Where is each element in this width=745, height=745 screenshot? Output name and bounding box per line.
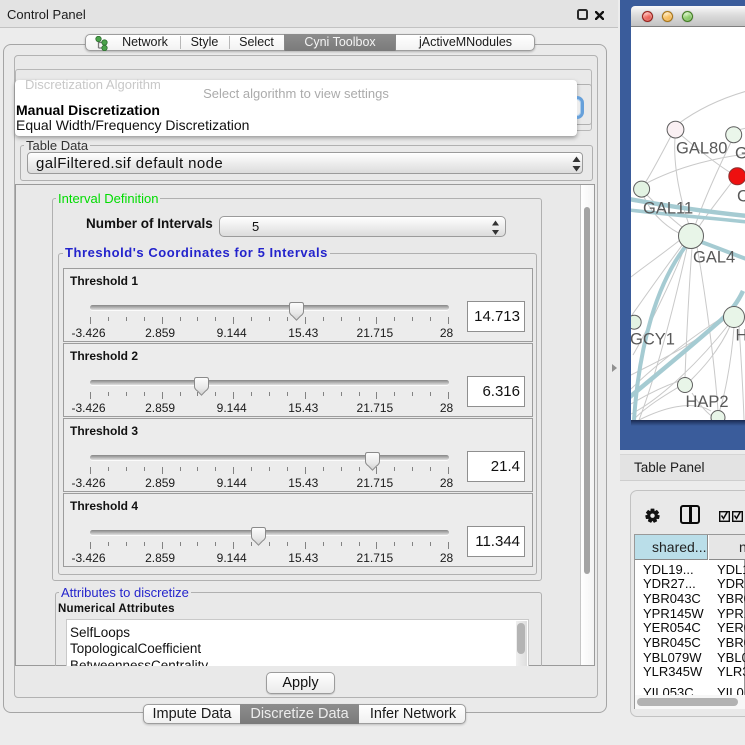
svg-text:GAL4: GAL4 (693, 249, 735, 267)
svg-text:HAP2: HAP2 (686, 393, 729, 411)
svg-text:C: C (737, 188, 745, 206)
svg-text:GCY1: GCY1 (631, 331, 675, 349)
svg-text:GAL80: GAL80 (676, 140, 727, 158)
svg-text:H: H (736, 327, 745, 345)
svg-text:GA: GA (735, 145, 745, 163)
svg-text:GAL11: GAL11 (643, 200, 693, 218)
